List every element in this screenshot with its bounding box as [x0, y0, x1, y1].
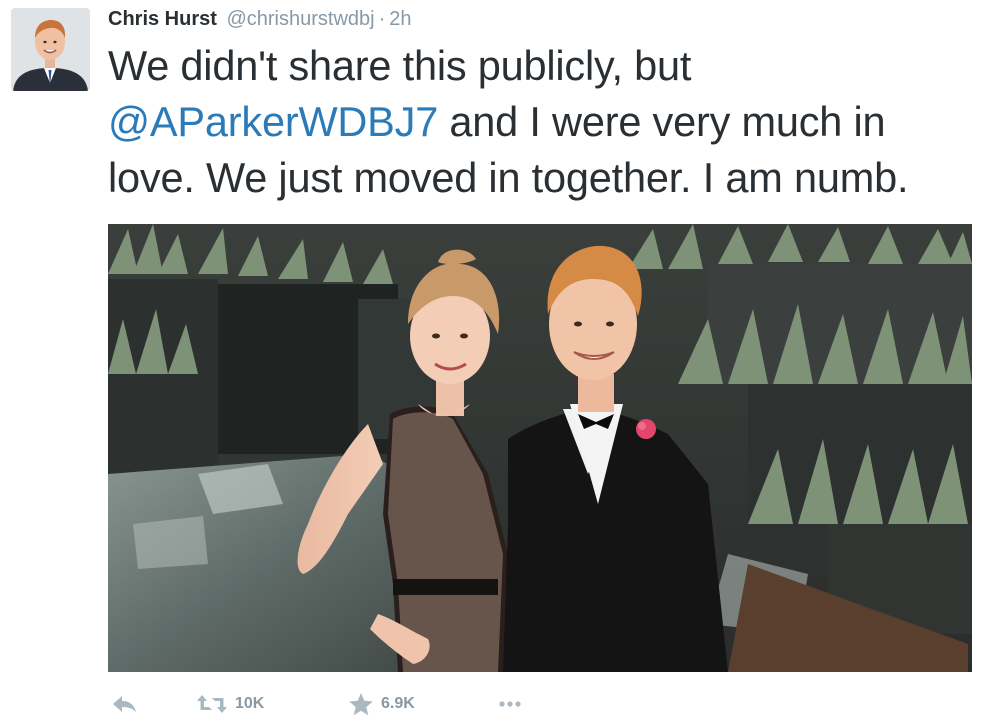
reply-icon [113, 696, 136, 712]
tweet-timestamp[interactable]: 2h [389, 8, 411, 30]
mention-link[interactable]: @AParkerWDBJ7 [108, 98, 438, 145]
more-button[interactable] [498, 690, 522, 718]
retweet-count: 10K [235, 695, 265, 712]
meta-separator: · [378, 8, 386, 30]
retweet-button[interactable]: 10K [196, 690, 264, 718]
tweet-header: Chris Hurst @chrishurstwdbj · 2h [108, 6, 412, 32]
star-icon [349, 693, 373, 716]
author-name[interactable]: Chris Hurst [108, 8, 217, 30]
tweet-text-part1: We didn't share this publicly, but [108, 42, 692, 89]
author-avatar[interactable] [11, 8, 90, 91]
retweet-icon [197, 695, 227, 713]
more-dots-icon [499, 701, 521, 707]
tweet-actions: 10K 6.9K [108, 690, 608, 718]
favorite-button[interactable]: 6.9K [348, 690, 415, 718]
photo-image [108, 224, 972, 672]
author-handle[interactable]: @chrishurstwdbj [226, 8, 374, 30]
favorite-count: 6.9K [381, 695, 415, 712]
reply-button[interactable] [110, 690, 138, 718]
tweet-photo[interactable] [108, 224, 972, 672]
avatar-image [11, 8, 90, 91]
tweet-text: We didn't share this publicly, but @APark… [108, 38, 978, 206]
